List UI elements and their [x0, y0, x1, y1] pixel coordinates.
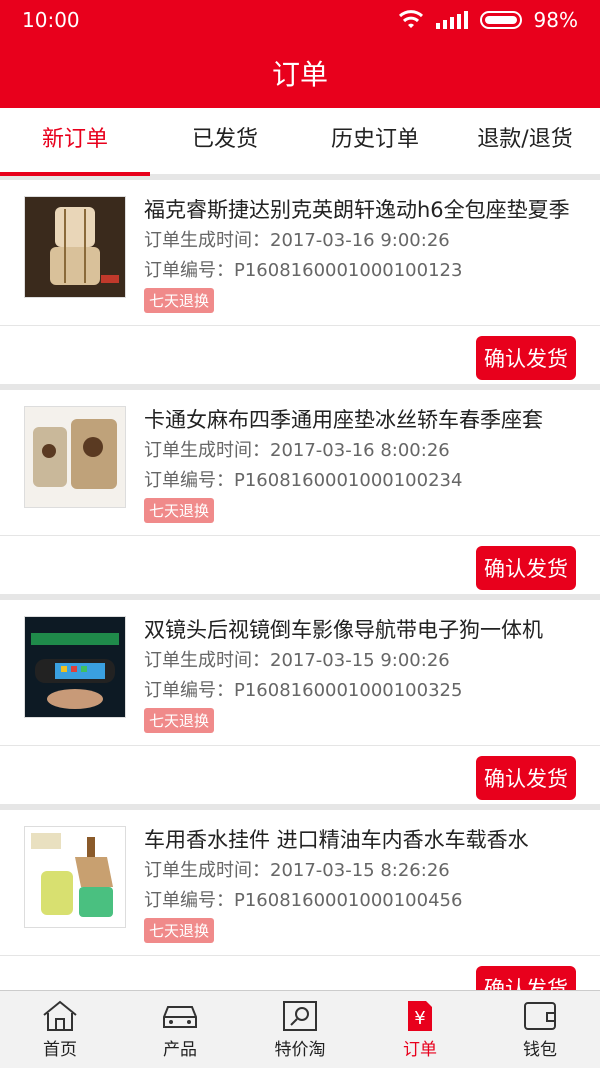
- order-number: 订单编号：P1608160001000100234: [144, 470, 463, 491]
- wallet-icon: [520, 999, 560, 1033]
- order-time: 订单生成时间：2017-03-15 9:00:26: [144, 650, 450, 671]
- product-name[interactable]: 车用香水挂件 进口精油车内香水车载香水: [144, 824, 529, 854]
- return-policy-badge: 七天退换: [144, 498, 215, 523]
- confirm-ship-button[interactable]: 确认发货: [476, 336, 576, 380]
- status-time: 10:00: [22, 8, 80, 32]
- order-number: 订单编号：P1608160001000100123: [144, 260, 463, 281]
- bottom-tab-bar: 首页 产品 特价淘 ¥ 订单 钱包: [0, 990, 600, 1068]
- status-bar: 10:00 98%: [0, 0, 600, 42]
- app-header: 订单: [0, 42, 600, 108]
- search-tag-icon: [280, 999, 320, 1033]
- order-card: 福克睿斯捷达别克英朗轩逸动h6全包座垫夏季 订单生成时间：2017-03-16 …: [0, 180, 600, 384]
- home-icon: [40, 999, 80, 1033]
- tabbar-item-orders[interactable]: ¥ 订单: [360, 991, 480, 1068]
- page-title: 订单: [271, 58, 328, 91]
- tabbar-item-deals[interactable]: 特价淘: [240, 991, 360, 1068]
- return-policy-badge: 七天退换: [144, 708, 215, 733]
- confirm-ship-button[interactable]: 确认发货: [476, 546, 576, 590]
- order-number: 订单编号：P1608160001000100325: [144, 680, 463, 701]
- return-policy-badge: 七天退换: [144, 288, 215, 313]
- product-image[interactable]: [24, 196, 126, 298]
- product-image[interactable]: [24, 826, 126, 928]
- tabbar-item-wallet[interactable]: 钱包: [480, 991, 600, 1068]
- tab-refund-return[interactable]: 退款/退货: [450, 108, 600, 174]
- confirm-ship-button[interactable]: 确认发货: [476, 966, 576, 990]
- divider: [0, 535, 600, 536]
- svg-text:¥: ¥: [414, 1008, 425, 1029]
- product-image[interactable]: [24, 616, 126, 718]
- tabbar-label: 订单: [403, 1040, 437, 1060]
- product-name[interactable]: 福克睿斯捷达别克英朗轩逸动h6全包座垫夏季: [144, 194, 570, 224]
- confirm-ship-button[interactable]: 确认发货: [476, 756, 576, 800]
- tab-shipped[interactable]: 已发货: [150, 108, 300, 174]
- signal-icon: [435, 11, 468, 29]
- order-list: 福克睿斯捷达别克英朗轩逸动h6全包座垫夏季 订单生成时间：2017-03-16 …: [0, 180, 600, 990]
- order-card: 双镜头后视镜倒车影像导航带电子狗一体机 订单生成时间：2017-03-15 9:…: [0, 600, 600, 804]
- tabbar-label: 钱包: [523, 1040, 557, 1060]
- tabbar-label: 特价淘: [274, 1040, 326, 1060]
- car-icon: [160, 999, 200, 1033]
- tabbar-item-home[interactable]: 首页: [0, 991, 120, 1068]
- return-policy-badge: 七天退换: [144, 918, 215, 943]
- battery-icon: [479, 11, 522, 29]
- order-number: 订单编号：P1608160001000100456: [144, 890, 463, 911]
- order-yen-icon: ¥: [400, 999, 440, 1033]
- order-card: 车用香水挂件 进口精油车内香水车载香水 订单生成时间：2017-03-15 8:…: [0, 810, 600, 990]
- divider: [0, 745, 600, 746]
- tab-history-orders[interactable]: 历史订单: [300, 108, 450, 174]
- divider: [0, 325, 600, 326]
- tab-new-orders[interactable]: 新订单: [0, 108, 150, 176]
- order-card: 卡通女麻布四季通用座垫冰丝轿车春季座套 订单生成时间：2017-03-16 8:…: [0, 390, 600, 594]
- product-name[interactable]: 双镜头后视镜倒车影像导航带电子狗一体机: [144, 614, 543, 644]
- product-image[interactable]: [24, 406, 126, 508]
- order-tabs: 新订单 已发货 历史订单 退款/退货: [0, 108, 600, 176]
- order-time: 订单生成时间：2017-03-15 8:26:26: [144, 860, 450, 881]
- battery-percent: 98%: [533, 8, 578, 32]
- order-time: 订单生成时间：2017-03-16 9:00:26: [144, 230, 450, 251]
- tabbar-label: 首页: [43, 1040, 77, 1060]
- divider: [0, 955, 600, 956]
- wifi-icon: [398, 10, 424, 30]
- order-time: 订单生成时间：2017-03-16 8:00:26: [144, 440, 450, 461]
- tabbar-label: 产品: [163, 1040, 197, 1060]
- product-name[interactable]: 卡通女麻布四季通用座垫冰丝轿车春季座套: [144, 404, 543, 434]
- tabbar-item-products[interactable]: 产品: [120, 991, 240, 1068]
